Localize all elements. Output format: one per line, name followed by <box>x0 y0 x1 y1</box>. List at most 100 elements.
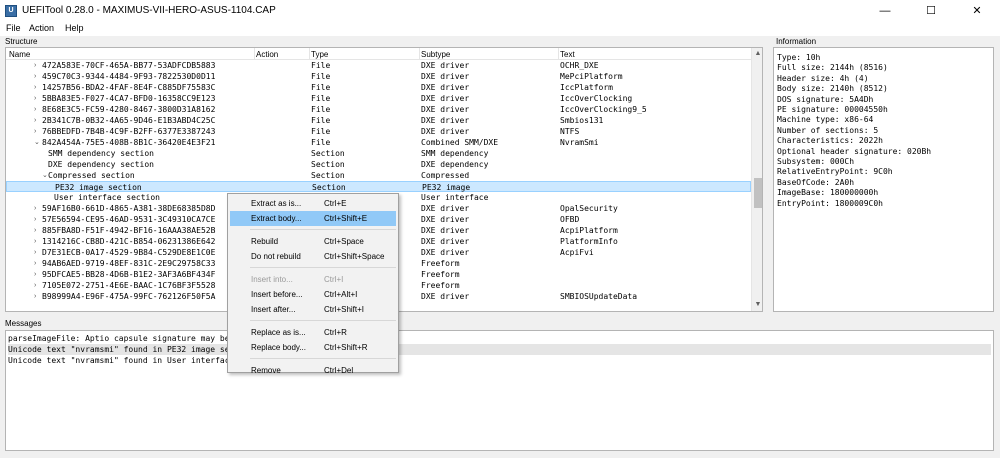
tree-row-subtype: Freeform <box>421 281 460 290</box>
column-header-type[interactable]: Type <box>311 50 328 59</box>
context-menu-item-rebuild[interactable]: Rebuild Ctrl+Space <box>230 234 396 249</box>
tree-row[interactable]: › 8E68E3C5-FC59-4280-8467-3800D31A8162 Fil… <box>6 104 751 115</box>
expand-arrow-icon[interactable]: › <box>34 215 36 224</box>
column-header-name[interactable]: Name <box>9 50 30 59</box>
expand-arrow-icon[interactable]: › <box>34 237 36 246</box>
context-menu-item-remove[interactable]: Remove Ctrl+Del <box>230 363 396 378</box>
tree-row-subtype: DXE driver <box>421 116 470 125</box>
expand-arrow-icon[interactable]: › <box>34 83 36 92</box>
info-line: Machine type: x86-64 <box>777 115 874 125</box>
tree-row-name: DXE dependency section <box>48 160 154 169</box>
menu-separator <box>250 267 396 268</box>
message-line[interactable]: Unicode text "nvramsmi" found in PE32 im… <box>8 344 991 355</box>
tree-row-type: Section <box>311 149 345 158</box>
tree-row-text: IccOverClocking9_5 <box>560 105 647 114</box>
expand-arrow-icon[interactable]: › <box>34 61 36 70</box>
menu-item-label: Extract body... <box>251 214 302 223</box>
tree-row[interactable]: SMM dependency section Section SMM depende… <box>6 148 751 159</box>
message-line[interactable]: Unicode text "nvramsmi" found in User in… <box>8 355 991 366</box>
tree-row[interactable]: DXE dependency section Section DXE depende… <box>6 159 751 170</box>
tree-row-type: File <box>311 116 331 125</box>
column-divider[interactable] <box>419 48 420 60</box>
tree-row[interactable]: ⌄ 842A454A-75E5-408B-8B1C-36420E4E3F21 Fil… <box>6 137 751 148</box>
tree-row-type: File <box>311 94 331 103</box>
tree-row-subtype: Freeform <box>421 259 460 268</box>
tree-row-subtype: DXE driver <box>421 94 470 103</box>
tree-row-subtype: DXE dependency <box>421 160 489 169</box>
context-menu-item-replace-body[interactable]: Replace body... Ctrl+Shift+R <box>230 340 396 355</box>
messages-list[interactable]: parseImageFile: Aptio capsule signature … <box>5 330 994 451</box>
tree-row[interactable]: › 459C70C3-9344-4484-9F93-7822530D0D11 Fil… <box>6 71 751 82</box>
maximize-button[interactable]: ☐ <box>908 0 954 22</box>
tree-row[interactable]: PE32 image section Section PE32 image <box>6 181 751 192</box>
tree-row-name: 8E68E3C5-FC59-4280-8467-3800D31A8162 <box>42 105 216 114</box>
expand-arrow-icon[interactable]: › <box>34 116 36 125</box>
expand-arrow-icon[interactable]: › <box>34 270 36 279</box>
expand-arrow-icon[interactable]: › <box>34 292 36 301</box>
menu-item-label: Extract as is... <box>251 199 302 208</box>
expand-arrow-icon[interactable]: › <box>34 259 36 268</box>
column-divider[interactable] <box>254 48 255 60</box>
context-menu-item-replace-as-is[interactable]: Replace as is... Ctrl+R <box>230 325 396 340</box>
tree-row[interactable]: › 472A583E-70CF-465A-BB77-53ADFCDB5883 Fil… <box>6 60 751 71</box>
menu-item-label: Rebuild <box>251 237 279 246</box>
column-header-text[interactable]: Text <box>560 50 575 59</box>
message-line[interactable]: parseImageFile: Aptio capsule signature … <box>8 333 991 344</box>
tree-row-name: 459C70C3-9344-4484-9F93-7822530D0D11 <box>42 72 216 81</box>
expand-arrow-icon[interactable]: › <box>34 72 36 81</box>
tree-row-subtype: DXE driver <box>421 105 470 114</box>
info-line: EntryPoint: 1800009C0h <box>777 198 883 208</box>
collapse-arrow-icon[interactable]: ⌄ <box>34 138 40 147</box>
tree-row-name: 14257B56-BDA2-4FAF-8E4F-C885DF75583C <box>42 83 216 92</box>
collapse-arrow-icon[interactable]: ⌄ <box>42 171 48 180</box>
expand-arrow-icon[interactable]: › <box>34 204 36 213</box>
info-line: ImageBase: 180000000h <box>777 188 879 198</box>
title-bar: U UEFITool 0.28.0 - MAXIMUS-VII-HERO-ASU… <box>0 0 1000 22</box>
close-button[interactable]: ✕ <box>954 0 1000 22</box>
tree-row[interactable]: › 14257B56-BDA2-4FAF-8E4F-C885DF75583C Fil… <box>6 82 751 93</box>
tree-row-subtype: DXE driver <box>421 248 470 257</box>
menu-item-shortcut: Ctrl+Space <box>324 237 364 246</box>
tree-row-type: Section <box>312 183 346 192</box>
menu-help[interactable]: Help <box>65 23 84 33</box>
minimize-button[interactable]: — <box>862 0 908 22</box>
context-menu-item-extract-as-is[interactable]: Extract as is... Ctrl+E <box>230 196 396 211</box>
tree-row[interactable]: › 76BBEDFD-7B4B-4C9F-B2FF-6377E3387243 Fil… <box>6 126 751 137</box>
expand-arrow-icon[interactable]: › <box>34 105 36 114</box>
expand-arrow-icon[interactable]: › <box>34 127 36 136</box>
column-divider[interactable] <box>309 48 310 60</box>
expand-arrow-icon[interactable]: › <box>34 94 36 103</box>
app-icon: U <box>5 5 17 17</box>
tree-row-subtype: Combined SMM/DXE <box>421 138 499 147</box>
scrollbar-thumb[interactable] <box>754 178 762 208</box>
tree-row-text: OFBD <box>560 215 580 224</box>
scroll-down-arrow-icon[interactable]: ▼ <box>752 299 762 311</box>
tree-row[interactable]: › 2B341C7B-0B32-4A65-9D46-E1B3ABD4C25C Fil… <box>6 115 751 126</box>
tree-row-name: 472A583E-70CF-465A-BB77-53ADFCDB5883 <box>42 61 216 70</box>
tree-row-name: 885FBA8D-F51F-4942-BF16-16AAA38AE52B <box>42 226 216 235</box>
context-menu-item-insert-after[interactable]: Insert after... Ctrl+Shift+I <box>230 302 396 317</box>
tree-row[interactable]: › 5BBA83E5-F027-4CA7-BFD0-16358CC9E123 Fil… <box>6 93 751 104</box>
scroll-up-arrow-icon[interactable]: ▲ <box>752 48 762 60</box>
context-menu-item-do-not-rebuild[interactable]: Do not rebuild Ctrl+Shift+Space <box>230 249 396 264</box>
column-divider[interactable] <box>558 48 559 60</box>
tree-row-subtype: DXE driver <box>421 237 470 246</box>
menu-action[interactable]: Action <box>29 23 54 33</box>
context-menu-item-extract-body[interactable]: Extract body... Ctrl+Shift+E <box>230 211 396 226</box>
column-header-action[interactable]: Action <box>256 50 278 59</box>
tree-row[interactable]: ⌄ Compressed section Section Compressed <box>6 170 751 181</box>
context-menu-item-insert-before[interactable]: Insert before... Ctrl+Alt+I <box>230 287 396 302</box>
expand-arrow-icon[interactable]: › <box>34 281 36 290</box>
window-title: UEFITool 0.28.0 - MAXIMUS-VII-HERO-ASUS-… <box>22 5 276 16</box>
column-header-subtype[interactable]: Subtype <box>421 50 450 59</box>
expand-arrow-icon[interactable]: › <box>34 248 36 257</box>
tree-row-name: SMM dependency section <box>48 149 154 158</box>
expand-arrow-icon[interactable]: › <box>34 226 36 235</box>
information-panel[interactable]: Type: 10h Full size: 2144h (8516) Header s… <box>773 47 994 312</box>
menu-item-label: Insert after... <box>251 305 296 314</box>
menu-file[interactable]: File <box>6 23 21 33</box>
menu-item-shortcut: Ctrl+Shift+E <box>324 214 368 223</box>
tree-row-name: D7E31ECB-0A17-4529-9B84-C529DE8E1C0E <box>42 248 216 257</box>
tree-row-name: 7105E072-2751-4E6E-BAAC-1C76BF3F5528 <box>42 281 216 290</box>
structure-scrollbar[interactable]: ▲ ▼ <box>751 48 762 311</box>
